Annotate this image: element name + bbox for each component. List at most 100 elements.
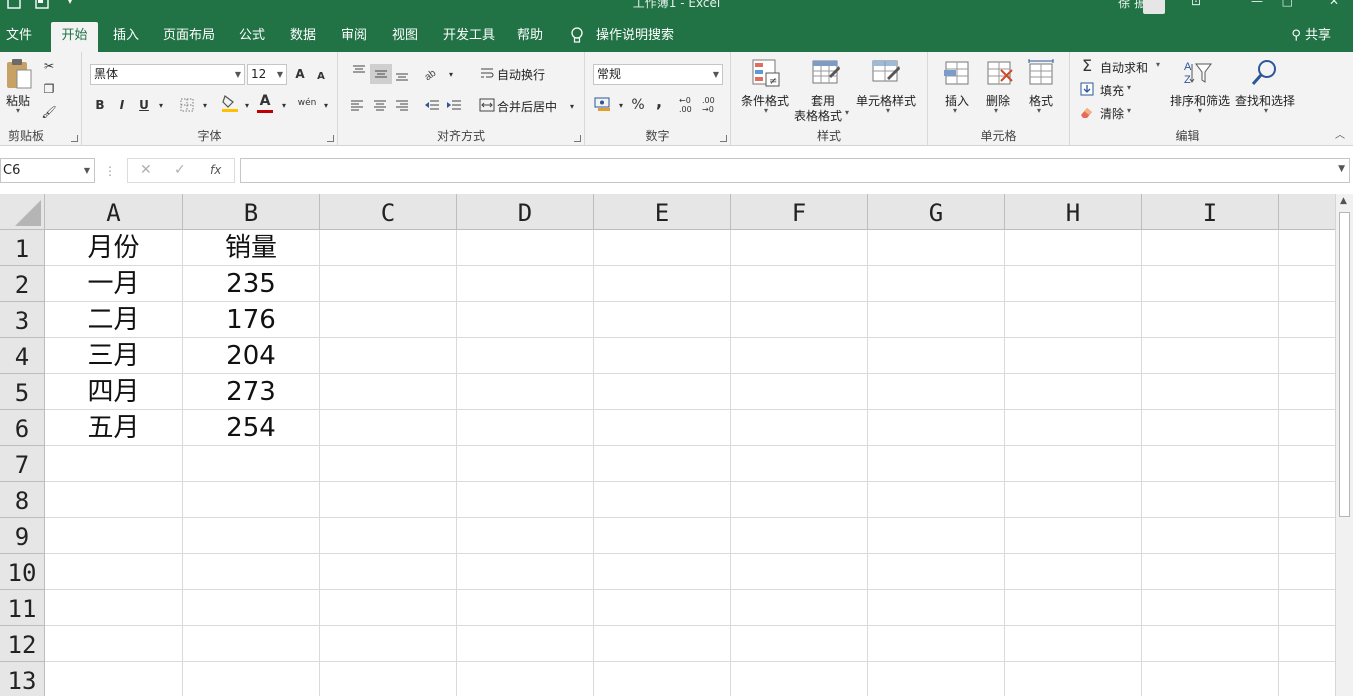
format-cells-icon[interactable] bbox=[1026, 58, 1056, 88]
increase-indent-icon[interactable] bbox=[445, 96, 463, 114]
vertical-scrollbar[interactable]: ▲ bbox=[1335, 194, 1353, 696]
row-header-13[interactable]: 13 bbox=[0, 662, 45, 696]
tab-data[interactable]: 数据 bbox=[290, 22, 316, 52]
expand-formula-icon[interactable]: ▼ bbox=[1338, 164, 1345, 174]
paste-dropdown-icon[interactable]: ▾ bbox=[16, 106, 20, 115]
tab-home[interactable]: 开始 bbox=[51, 22, 98, 52]
formula-bar-splitter[interactable]: ⋮ bbox=[104, 164, 116, 178]
borders-icon[interactable] bbox=[178, 96, 196, 114]
format-cells-dropdown-icon[interactable]: ▾ bbox=[1037, 106, 1041, 115]
conditional-formatting-icon[interactable]: ≠ bbox=[751, 58, 781, 88]
cut-icon[interactable]: ✂ bbox=[40, 57, 58, 75]
shrink-font-icon[interactable]: A bbox=[312, 67, 330, 85]
percent-icon[interactable]: % bbox=[629, 96, 647, 114]
close-icon[interactable]: ✕ bbox=[1329, 0, 1339, 8]
underline-icon[interactable]: U bbox=[135, 96, 153, 114]
find-select-dropdown-icon[interactable]: ▾ bbox=[1264, 106, 1268, 115]
cell-a6[interactable]: 五月 bbox=[45, 410, 183, 446]
clear-icon[interactable] bbox=[1078, 103, 1096, 121]
align-left-icon[interactable] bbox=[348, 96, 366, 114]
orientation-icon[interactable]: ab bbox=[424, 64, 442, 82]
cell-styles-icon[interactable] bbox=[871, 58, 901, 88]
find-select-icon[interactable] bbox=[1250, 58, 1280, 88]
phonetic-icon[interactable]: wén bbox=[298, 94, 317, 112]
phonetic-dropdown-icon[interactable]: ▾ bbox=[317, 96, 335, 114]
bold-icon[interactable]: B bbox=[91, 96, 109, 114]
align-bottom-icon[interactable] bbox=[393, 66, 411, 84]
italic-icon[interactable]: I bbox=[113, 96, 131, 114]
accounting-dropdown-icon[interactable]: ▾ bbox=[612, 96, 630, 114]
row-header-4[interactable]: 4 bbox=[0, 338, 45, 374]
column-header-b[interactable]: B bbox=[183, 194, 320, 230]
collapse-ribbon-icon[interactable]: ︿ bbox=[1335, 126, 1345, 141]
maximize-icon[interactable]: □ bbox=[1282, 0, 1293, 8]
cell-a3[interactable]: 二月 bbox=[45, 302, 183, 338]
cell-b4[interactable]: 204 bbox=[183, 338, 320, 374]
accounting-format-icon[interactable] bbox=[594, 95, 612, 113]
tab-review[interactable]: 审阅 bbox=[341, 22, 367, 52]
wrap-text-icon[interactable] bbox=[478, 64, 496, 82]
scroll-up-icon[interactable]: ▲ bbox=[1340, 196, 1347, 206]
increase-decimal-icon[interactable]: ←0 .00 bbox=[679, 96, 701, 114]
minimize-icon[interactable]: — bbox=[1251, 0, 1263, 8]
format-as-table-icon[interactable] bbox=[811, 58, 841, 88]
decrease-indent-icon[interactable] bbox=[423, 96, 441, 114]
delete-cells-dropdown-icon[interactable]: ▾ bbox=[994, 106, 998, 115]
row-header-6[interactable]: 6 bbox=[0, 410, 45, 446]
format-as-table-dropdown-icon[interactable]: ▾ bbox=[845, 108, 849, 117]
column-header-i[interactable]: I bbox=[1142, 194, 1279, 230]
clipboard-launcher-icon[interactable] bbox=[71, 135, 78, 142]
sort-filter-icon[interactable]: AZ bbox=[1183, 58, 1213, 88]
underline-dropdown-icon[interactable]: ▾ bbox=[152, 96, 170, 114]
tab-insert[interactable]: 插入 bbox=[113, 22, 139, 52]
row-header-7[interactable]: 7 bbox=[0, 446, 45, 482]
row-header-5[interactable]: 5 bbox=[0, 374, 45, 410]
fill-dropdown-icon[interactable]: ▾ bbox=[1127, 83, 1131, 92]
font-color-dropdown-icon[interactable]: ▾ bbox=[275, 96, 293, 114]
format-painter-icon[interactable]: 🖌 bbox=[40, 103, 58, 121]
comma-icon[interactable]: , bbox=[650, 92, 668, 111]
grow-font-icon[interactable]: A bbox=[291, 65, 309, 83]
number-launcher-icon[interactable] bbox=[720, 135, 727, 142]
cancel-icon[interactable]: ✕ bbox=[140, 162, 152, 178]
insert-function-icon[interactable]: fx bbox=[210, 163, 221, 177]
decrease-decimal-icon[interactable]: .00 →0 bbox=[702, 96, 724, 114]
paste-icon[interactable] bbox=[5, 58, 35, 89]
column-header-c[interactable]: C bbox=[320, 194, 457, 230]
wrap-text-button[interactable]: 自动换行 bbox=[497, 66, 545, 83]
avatar[interactable] bbox=[1143, 0, 1165, 14]
formula-input[interactable]: ▼ bbox=[240, 158, 1350, 183]
ribbon-display-icon[interactable]: ⊡ bbox=[1191, 0, 1201, 8]
copy-icon[interactable]: ❐ bbox=[40, 80, 58, 98]
row-header-12[interactable]: 12 bbox=[0, 626, 45, 662]
merge-center-button[interactable]: 合并后居中 bbox=[497, 98, 557, 115]
select-all-button[interactable] bbox=[0, 194, 45, 230]
cell-b6[interactable]: 254 bbox=[183, 410, 320, 446]
cell-a2[interactable]: 一月 bbox=[45, 266, 183, 302]
clear-dropdown-icon[interactable]: ▾ bbox=[1127, 106, 1131, 115]
align-right-icon[interactable] bbox=[393, 96, 411, 114]
align-top-icon[interactable] bbox=[350, 62, 368, 80]
tab-file[interactable]: 文件 bbox=[6, 22, 32, 52]
align-middle-icon[interactable] bbox=[370, 64, 392, 84]
column-header-partial[interactable] bbox=[1279, 194, 1335, 230]
align-center-icon[interactable] bbox=[371, 96, 389, 114]
share-button[interactable]: ⚲ 共享 bbox=[1291, 22, 1331, 50]
row-header-11[interactable]: 11 bbox=[0, 590, 45, 626]
fill-color-icon[interactable] bbox=[221, 94, 239, 112]
enter-icon[interactable]: ✓ bbox=[174, 162, 186, 178]
column-header-f[interactable]: F bbox=[731, 194, 868, 230]
tab-formulas[interactable]: 公式 bbox=[239, 22, 265, 52]
fill-icon[interactable] bbox=[1078, 80, 1096, 98]
number-format-combo[interactable]: 常规 ▼ bbox=[593, 64, 723, 85]
autosum-button[interactable]: 自动求和 bbox=[1100, 59, 1148, 76]
autosum-dropdown-icon[interactable]: ▾ bbox=[1156, 60, 1160, 69]
tell-me-search[interactable]: 操作说明搜索 bbox=[596, 22, 674, 52]
row-header-1[interactable]: 1 bbox=[0, 230, 45, 266]
insert-cells-icon[interactable] bbox=[942, 58, 972, 88]
row-header-3[interactable]: 3 bbox=[0, 302, 45, 338]
orientation-dropdown-icon[interactable]: ▾ bbox=[442, 65, 460, 83]
borders-dropdown-icon[interactable]: ▾ bbox=[196, 96, 214, 114]
font-size-combo[interactable]: 12 ▼ bbox=[247, 64, 287, 85]
scroll-thumb[interactable] bbox=[1339, 212, 1350, 517]
